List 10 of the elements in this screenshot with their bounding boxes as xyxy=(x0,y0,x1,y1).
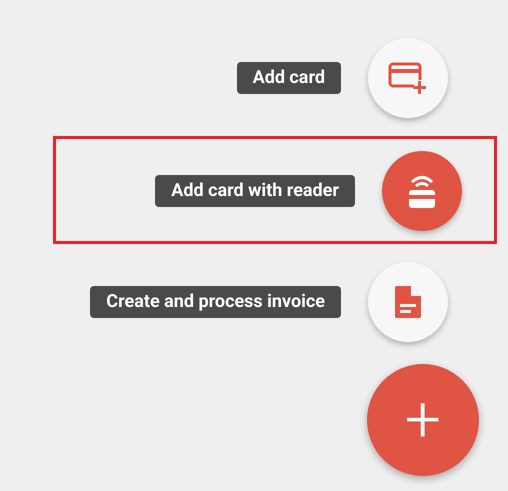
card-reader-icon xyxy=(407,173,437,209)
action-label: Add card with reader xyxy=(155,175,355,207)
action-label: Create and process invoice xyxy=(90,286,341,318)
action-label: Add card xyxy=(236,62,341,94)
action-button[interactable] xyxy=(368,262,448,342)
card-plus-icon xyxy=(388,61,428,95)
action-button[interactable] xyxy=(368,38,448,118)
action-button[interactable] xyxy=(382,151,462,231)
add-button[interactable]: + xyxy=(367,364,479,476)
document-icon xyxy=(394,285,422,319)
